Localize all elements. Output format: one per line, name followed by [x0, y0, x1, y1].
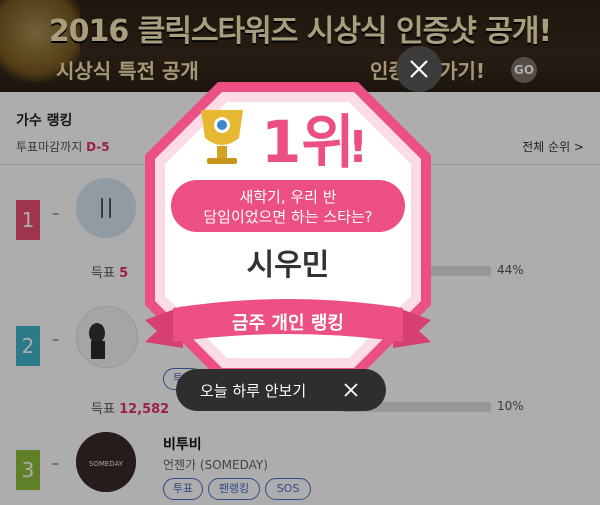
page: 2016 클릭스타워즈 시상식 인증샷 공개! 시상식 특전 공개 인증 러 가…: [0, 0, 600, 505]
hide-today-label: 오늘 하루 안보기: [200, 382, 307, 400]
rank-exclaim: !: [348, 122, 368, 173]
rank-title: 1위: [261, 108, 355, 176]
question-line-1: 새학기, 우리 반: [239, 188, 336, 206]
close-icon: [344, 383, 358, 397]
ribbon-label: 금주 개인 랭킹: [232, 313, 344, 334]
close-icon: [410, 60, 428, 78]
ranking-popup[interactable]: 1위 ! 새학기, 우리 반 담임이었으면 하는 스타는? 시우민 금주 개인 …: [143, 80, 433, 380]
question-line-2: 담임이었으면 하는 스타는?: [203, 208, 372, 226]
hide-today-button[interactable]: 오늘 하루 안보기: [176, 369, 386, 411]
close-popup-button[interactable]: [396, 46, 442, 92]
winner-name: 시우민: [247, 248, 330, 283]
